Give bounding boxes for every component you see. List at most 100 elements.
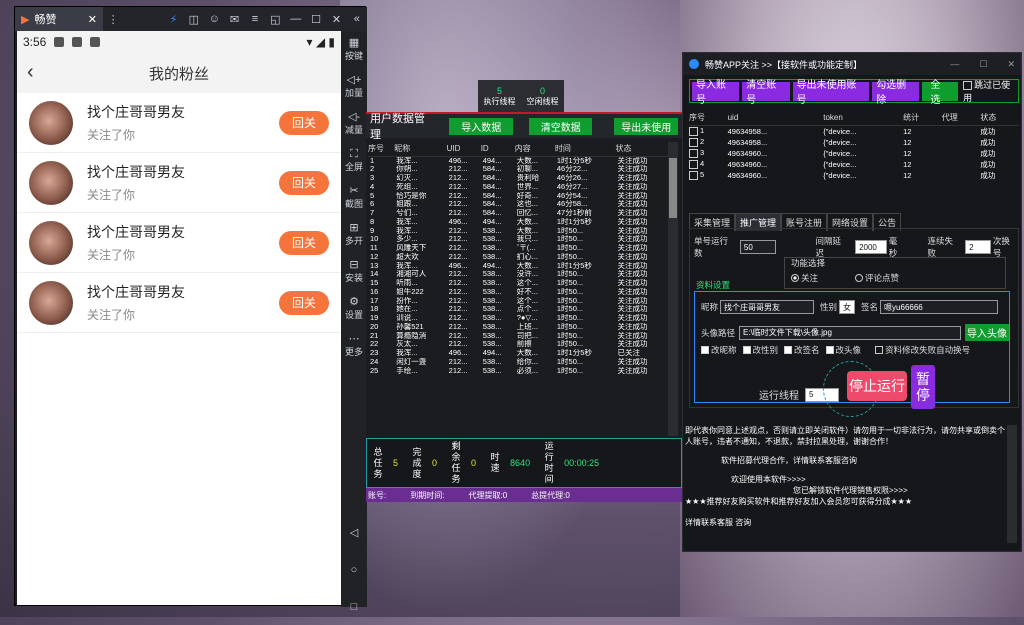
sidebar-item-install[interactable]: ⊟ 安装	[341, 253, 367, 290]
scroll-thumb[interactable]	[669, 158, 677, 218]
table-row[interactable]: 22 灰太... 212... 538... 前擦 1时50... 关注成功	[368, 340, 668, 349]
row-checkbox[interactable]	[689, 170, 698, 180]
table-row[interactable]: 11 风雕天下 212... 538... ˇ〒(... 1时50... 关注成功	[368, 244, 668, 253]
table-row[interactable]: 18 她在... 212... 538... 点个... 1时50... 关注成功	[368, 305, 668, 314]
close-tab-icon[interactable]: ✕	[88, 13, 97, 26]
import-account-button[interactable]: 导入账号	[692, 80, 740, 106]
row-checkbox[interactable]	[689, 126, 698, 136]
user-icon[interactable]: ☺	[204, 13, 224, 25]
gender-input[interactable]: 女	[839, 300, 856, 314]
table-row[interactable]: 7 兮们... 212... 584... 回忆... 47分1秒前 关注成功	[368, 209, 668, 218]
change-gender-checkbox[interactable]	[742, 346, 751, 354]
table-row[interactable]: 9 我浑... 212... 538... 大数... 1时50... 关注成功	[368, 227, 668, 236]
row-checkbox[interactable]	[689, 159, 698, 169]
export-unused-account-button[interactable]: 导出未使用账号	[792, 80, 870, 106]
interval-input[interactable]: 2000	[855, 240, 887, 254]
minimize-icon[interactable]: —	[950, 59, 959, 70]
follow-back-button[interactable]: 回关	[279, 290, 329, 315]
account-row[interactable]: 5 49634960... {"device... 12 成功	[689, 170, 1019, 181]
row-checkbox[interactable]	[689, 148, 698, 158]
emulator-tab[interactable]: ▶ 畅赞 ✕	[15, 7, 103, 31]
sidebar-item-fullscreen[interactable]: ⛶ 全屏	[341, 142, 367, 179]
sidebar-item-volume-up[interactable]: ◁+ 加量	[341, 68, 367, 105]
pause-button[interactable]: 暂停	[911, 365, 935, 409]
export-unused-button[interactable]: 导出未使用	[614, 117, 678, 135]
table-row[interactable]: 17 扮作... 212... 538... 这个... 1时50... 关注成功	[368, 297, 668, 306]
table-row[interactable]: 25 手绘... 212... 538... 必须... 1时50... 关注成功	[368, 367, 668, 376]
account-row[interactable]: 1 49634958... {"device... 12 成功	[689, 125, 1019, 137]
home-nav-button[interactable]: ○	[341, 551, 367, 588]
table-row[interactable]: 4 死组... 212... 584... 世界... 46分27... 关注成功	[368, 183, 668, 192]
avatar[interactable]	[29, 220, 73, 265]
clear-data-button[interactable]: 清空数据	[528, 117, 593, 135]
menu-icon[interactable]: ≡	[245, 13, 265, 25]
recent-nav-button[interactable]: □	[341, 588, 367, 625]
table-row[interactable]: 23 我浑... 496... 494... 大数... 1时1分5秒 已关注	[368, 349, 668, 358]
minimize-icon[interactable]: —	[286, 13, 306, 25]
more-icon[interactable]: ⋮	[103, 13, 123, 26]
follow-back-button[interactable]: 回关	[279, 230, 329, 255]
follow-back-button[interactable]: 回关	[279, 170, 329, 195]
table-row[interactable]: 14 湘湘可人 212... 538... 没许... 1时50... 关注成功	[368, 270, 668, 279]
account-row[interactable]: 3 49634960... {"device... 12 成功	[689, 148, 1019, 159]
close-icon[interactable]: ✕	[1007, 59, 1015, 70]
avatar-path-input[interactable]: E:\临时文件下载\头像.jpg	[739, 325, 961, 340]
log-scrollbar[interactable]	[1007, 425, 1017, 543]
change-nick-checkbox[interactable]	[701, 346, 709, 354]
close-icon[interactable]: ✕	[326, 13, 346, 26]
table-row[interactable]: 19 训说... 212... 538... ?●▽... 1时50... 关注成功	[368, 314, 668, 323]
table-row[interactable]: 16 姐牛222 212... 538... 好不... 1时50... 关注成功	[368, 288, 668, 297]
sidebar-item-screenshot[interactable]: ✂ 截图	[341, 179, 367, 216]
avatar[interactable]	[29, 280, 73, 325]
table-row[interactable]: 5 恰巧是你 212... 584... 好奇... 46分54... 关注成功	[368, 192, 668, 201]
table-row[interactable]: 13 我浑... 496... 494... 大数... 1时1分5秒 关注成功	[368, 262, 668, 271]
account-row[interactable]: 2 49634958... {"device... 12 成功	[689, 137, 1019, 148]
table-row[interactable]: 1 我浑... 496... 494... 大数... 1时1分5秒 关注成功	[368, 156, 668, 165]
table-row[interactable]: 20 孙馨521 212... 538... 上班... 1时50... 关注成功	[368, 323, 668, 332]
change-sign-checkbox[interactable]	[784, 346, 793, 354]
avatar[interactable]	[29, 160, 73, 205]
nick-input[interactable]: 找个庄哥哥男友	[720, 300, 815, 314]
avatar[interactable]	[29, 100, 73, 145]
follow-back-button[interactable]: 回关	[279, 110, 329, 135]
import-data-button[interactable]: 导入数据	[449, 117, 513, 135]
back-nav-button[interactable]: ◁	[341, 514, 367, 551]
profile-tab[interactable]: 资料设置	[696, 279, 730, 291]
table-row[interactable]: 10 多少... 212... 538... 我只... 1时50... 关注成功	[368, 235, 668, 244]
table-scrollbar[interactable]	[668, 142, 678, 436]
table-row[interactable]: 2 你朔... 212... 584... 初聊... 46分22... 关注成功	[368, 165, 668, 174]
clear-account-button[interactable]: 清空账号	[742, 80, 790, 106]
sidebar-item-volume-down[interactable]: ◁- 减量	[341, 105, 367, 142]
fail-input[interactable]: 2	[965, 240, 991, 254]
follow-radio[interactable]	[791, 274, 799, 282]
import-avatar-button[interactable]: 导入头像	[965, 324, 1009, 341]
sidebar-item-multi-instance[interactable]: ⊞ 多开	[341, 216, 367, 253]
table-row[interactable]: 6 姐跟... 212... 584... 这也... 46分58... 关注成功	[368, 200, 668, 209]
restore-icon[interactable]: ◱	[265, 13, 285, 26]
gamepad-icon[interactable]: ◫	[184, 13, 204, 26]
row-checkbox[interactable]	[689, 137, 698, 147]
table-row[interactable]: 24 闲灯一盏 212... 538... 给你... 1时50... 关注成功	[368, 358, 668, 367]
mail-icon[interactable]: ✉	[224, 13, 244, 26]
auto-switch-checkbox[interactable]	[875, 346, 884, 354]
stop-button[interactable]: 停止运行	[847, 371, 907, 401]
table-row[interactable]: 15 听雨... 212... 538... 这个... 1时50... 关注成功	[368, 279, 668, 288]
back-icon[interactable]: ‹	[27, 61, 34, 84]
select-all-button[interactable]: 全选	[922, 80, 959, 106]
delete-checked-button[interactable]: 勾选删除	[872, 80, 920, 106]
skip-used-checkbox[interactable]	[963, 81, 973, 91]
boost-icon[interactable]: ⚡	[163, 13, 183, 26]
like-radio[interactable]	[855, 274, 863, 282]
maximize-icon[interactable]: ☐	[979, 59, 987, 70]
table-row[interactable]: 21 算瘾隐消 212... 538... 司把... 1时50... 关注成功	[368, 332, 668, 341]
sidebar-item-keymap[interactable]: ▦ 按键	[341, 31, 367, 68]
collapse-icon[interactable]: «	[347, 13, 367, 25]
maximize-icon[interactable]: ☐	[306, 13, 326, 26]
table-row[interactable]: 8 我浑... 496... 494... 大数... 1时1分5秒 关注成功	[368, 218, 668, 227]
sidebar-item-settings[interactable]: ⚙ 设置	[341, 290, 367, 327]
change-avatar-checkbox[interactable]	[825, 346, 834, 354]
table-row[interactable]: 12 超大欢 212... 538... 扪心... 1时50... 关注成功	[368, 253, 668, 262]
single-run-input[interactable]: 50	[739, 240, 776, 254]
sign-input[interactable]: 嗯yu66666	[880, 300, 999, 314]
account-row[interactable]: 4 49634960... {"device... 12 成功	[689, 159, 1019, 170]
